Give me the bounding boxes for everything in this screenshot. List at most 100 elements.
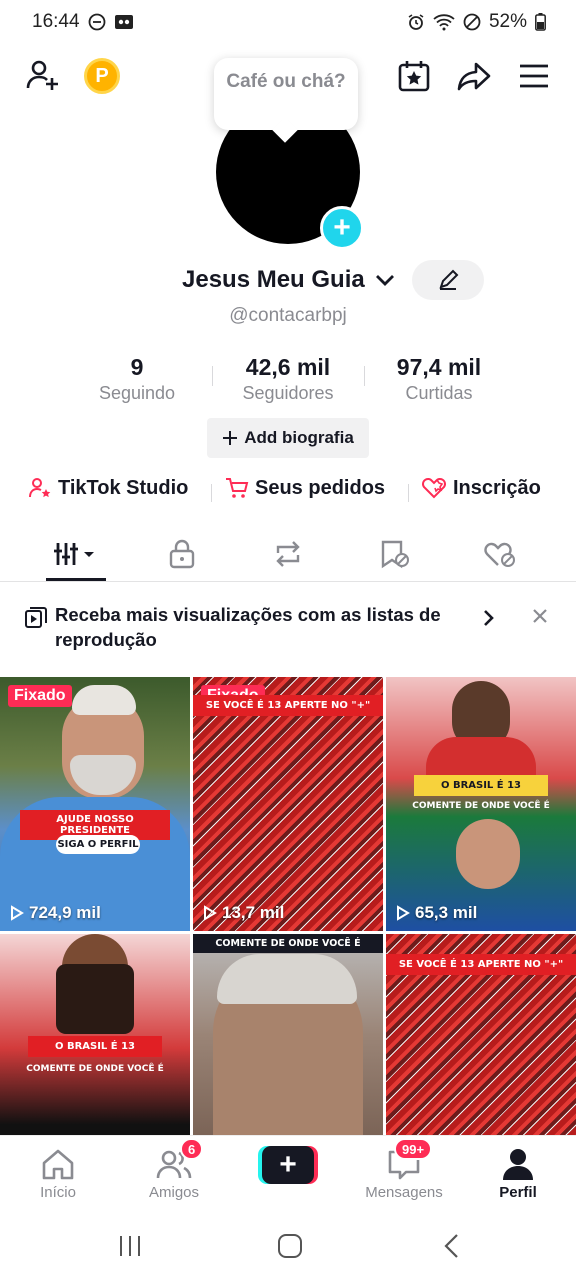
- stat-label: Seguidores: [242, 383, 334, 403]
- close-icon[interactable]: [530, 606, 550, 626]
- edit-profile-button[interactable]: [412, 260, 484, 300]
- person-star-icon: [29, 478, 51, 498]
- video-overlay-text: COMENTE DE ONDE VOCÊ É: [26, 1064, 164, 1074]
- cart-icon: [226, 478, 249, 498]
- bookmark-hidden-icon: [381, 540, 409, 569]
- profile-links: TikTok Studio Seus pedidos Inscrição: [0, 476, 576, 508]
- repost-icon: [276, 541, 300, 567]
- view-count: 13,7 mil: [203, 903, 284, 923]
- view-count-text: 65,3 mil: [415, 903, 478, 922]
- coins-button[interactable]: P: [84, 58, 120, 94]
- system-nav-bar: [0, 1211, 576, 1280]
- tab-saved[interactable]: [364, 532, 424, 576]
- tab-reposts[interactable]: [258, 532, 318, 576]
- subscription-link[interactable]: Inscrição: [421, 476, 541, 500]
- profile-stats: 9 Seguindo 42,6 mil Seguidores 97,4 mil …: [0, 354, 576, 410]
- stat-likes[interactable]: 97,4 mil Curtidas: [364, 354, 514, 404]
- playlist-promo-banner[interactable]: Receba mais visualizações com as listas …: [0, 596, 576, 660]
- tiktok-studio-link[interactable]: TikTok Studio: [28, 476, 188, 500]
- video-thumbnail[interactable]: Fixado SE VOCÊ É 13 APERTE NO "+" 13,7 m…: [193, 677, 383, 931]
- video-overlay-text: O BRASIL É 13: [414, 775, 548, 796]
- blocked-icon: [463, 13, 481, 31]
- pinned-badge: Fixado: [8, 685, 72, 707]
- video-thumbnail[interactable]: COMENTE DE ONDE VOCÊ É: [193, 934, 383, 1135]
- link-label: TikTok Studio: [58, 476, 189, 499]
- play-icon: [397, 905, 410, 921]
- grid-filter-icon: [54, 543, 94, 565]
- profile-name[interactable]: Jesus Meu Guia: [182, 266, 365, 294]
- profile-handle: @contacarbpj: [229, 305, 347, 326]
- bottom-nav: Início Amigos 6 + Mensagens 99+ Perfil: [0, 1135, 576, 1211]
- video-thumbnail[interactable]: SE VOCÊ É 13 APERTE NO "+": [386, 934, 576, 1135]
- add-bio-button[interactable]: Add biografia: [207, 418, 369, 458]
- coin-icon: P: [95, 64, 109, 87]
- battery-percent: 52%: [488, 11, 527, 32]
- tab-liked[interactable]: [470, 532, 530, 576]
- dnd-icon: [88, 13, 105, 31]
- video-thumbnail[interactable]: O BRASIL É 13 COMENTE DE ONDE VOCÊ É: [0, 934, 190, 1135]
- chevron-down-icon[interactable]: [374, 272, 396, 288]
- back-button[interactable]: [432, 1231, 472, 1261]
- stat-value: 97,4 mil: [396, 354, 482, 380]
- stat-following[interactable]: 9 Seguindo: [62, 354, 212, 404]
- play-icon: [204, 905, 217, 921]
- video-thumbnail[interactable]: O BRASIL É 13 COMENTE DE ONDE VOCÊ É 65,…: [386, 677, 576, 931]
- video-overlay-text: SIGA O PERFIL: [56, 835, 140, 854]
- view-count-text: 13,7 mil: [222, 903, 285, 922]
- play-icon: [11, 905, 24, 921]
- stat-label: Seguindo: [98, 383, 176, 403]
- status-bubble[interactable]: Café ou chá?: [214, 58, 358, 130]
- share-button[interactable]: [454, 56, 494, 96]
- add-avatar-button[interactable]: +: [320, 206, 364, 250]
- battery-icon: [535, 13, 546, 31]
- tab-private[interactable]: [152, 532, 212, 576]
- stat-value: 9: [130, 354, 144, 380]
- view-count-text: 724,9 mil: [29, 903, 101, 922]
- voicemail-icon: [114, 15, 133, 29]
- link-label: Inscrição: [453, 476, 541, 499]
- recent-apps-icon: [120, 1236, 140, 1256]
- profile-icon: [503, 1149, 533, 1180]
- add-bio-label: Add biografia: [244, 428, 354, 447]
- video-overlay-text: SE VOCÊ É 13 APERTE NO "+": [193, 695, 383, 716]
- view-count: 65,3 mil: [396, 903, 477, 923]
- heart-hidden-icon: [484, 542, 515, 567]
- menu-button[interactable]: [514, 56, 554, 96]
- add-friend-button[interactable]: [22, 56, 62, 96]
- active-tab-indicator: [46, 578, 106, 581]
- status-time: 16:44: [32, 11, 80, 32]
- wifi-icon: [433, 14, 455, 31]
- plus-icon: +: [333, 211, 351, 244]
- view-count: 724,9 mil: [10, 903, 101, 923]
- stat-followers[interactable]: 42,6 mil Seguidores: [213, 354, 363, 404]
- create-button[interactable]: +: [258, 1146, 318, 1184]
- heart-subscription-icon: [422, 478, 446, 499]
- nav-profile-label: Perfil: [499, 1184, 537, 1201]
- home-system-button[interactable]: [270, 1231, 310, 1261]
- nav-profile[interactable]: Perfil: [468, 1144, 568, 1201]
- status-bar: 16:44 52%: [0, 0, 576, 44]
- calendar-button[interactable]: [394, 56, 434, 96]
- nav-home[interactable]: Início: [8, 1144, 108, 1201]
- tab-videos[interactable]: [46, 532, 106, 576]
- home-icon: [42, 1149, 74, 1180]
- link-divider: [211, 484, 212, 502]
- nav-friends[interactable]: Amigos 6: [124, 1138, 224, 1201]
- video-overlay-text: O BRASIL É 13: [28, 1036, 162, 1057]
- home-system-icon: [278, 1234, 302, 1258]
- video-overlay-text: COMENTE DE ONDE VOCÊ É: [193, 934, 383, 953]
- content-tabs: [0, 526, 576, 582]
- link-label: Seus pedidos: [255, 476, 386, 499]
- stat-label: Curtidas: [405, 383, 473, 403]
- recent-apps-button[interactable]: [110, 1231, 150, 1261]
- chevron-right-icon[interactable]: [482, 608, 496, 628]
- stat-value: 42,6 mil: [245, 354, 331, 380]
- link-divider: [408, 484, 409, 502]
- video-grid: Fixado AJUDE NOSSO PRESIDENTE SIGA O PER…: [0, 677, 576, 1135]
- orders-link[interactable]: Seus pedidos: [225, 476, 385, 500]
- hamburger-icon: [520, 64, 548, 88]
- video-thumbnail[interactable]: Fixado AJUDE NOSSO PRESIDENTE SIGA O PER…: [0, 677, 190, 931]
- friends-badge: 6: [180, 1138, 204, 1160]
- nav-home-label: Início: [40, 1184, 76, 1201]
- nav-messages[interactable]: Mensagens 99+: [354, 1138, 454, 1201]
